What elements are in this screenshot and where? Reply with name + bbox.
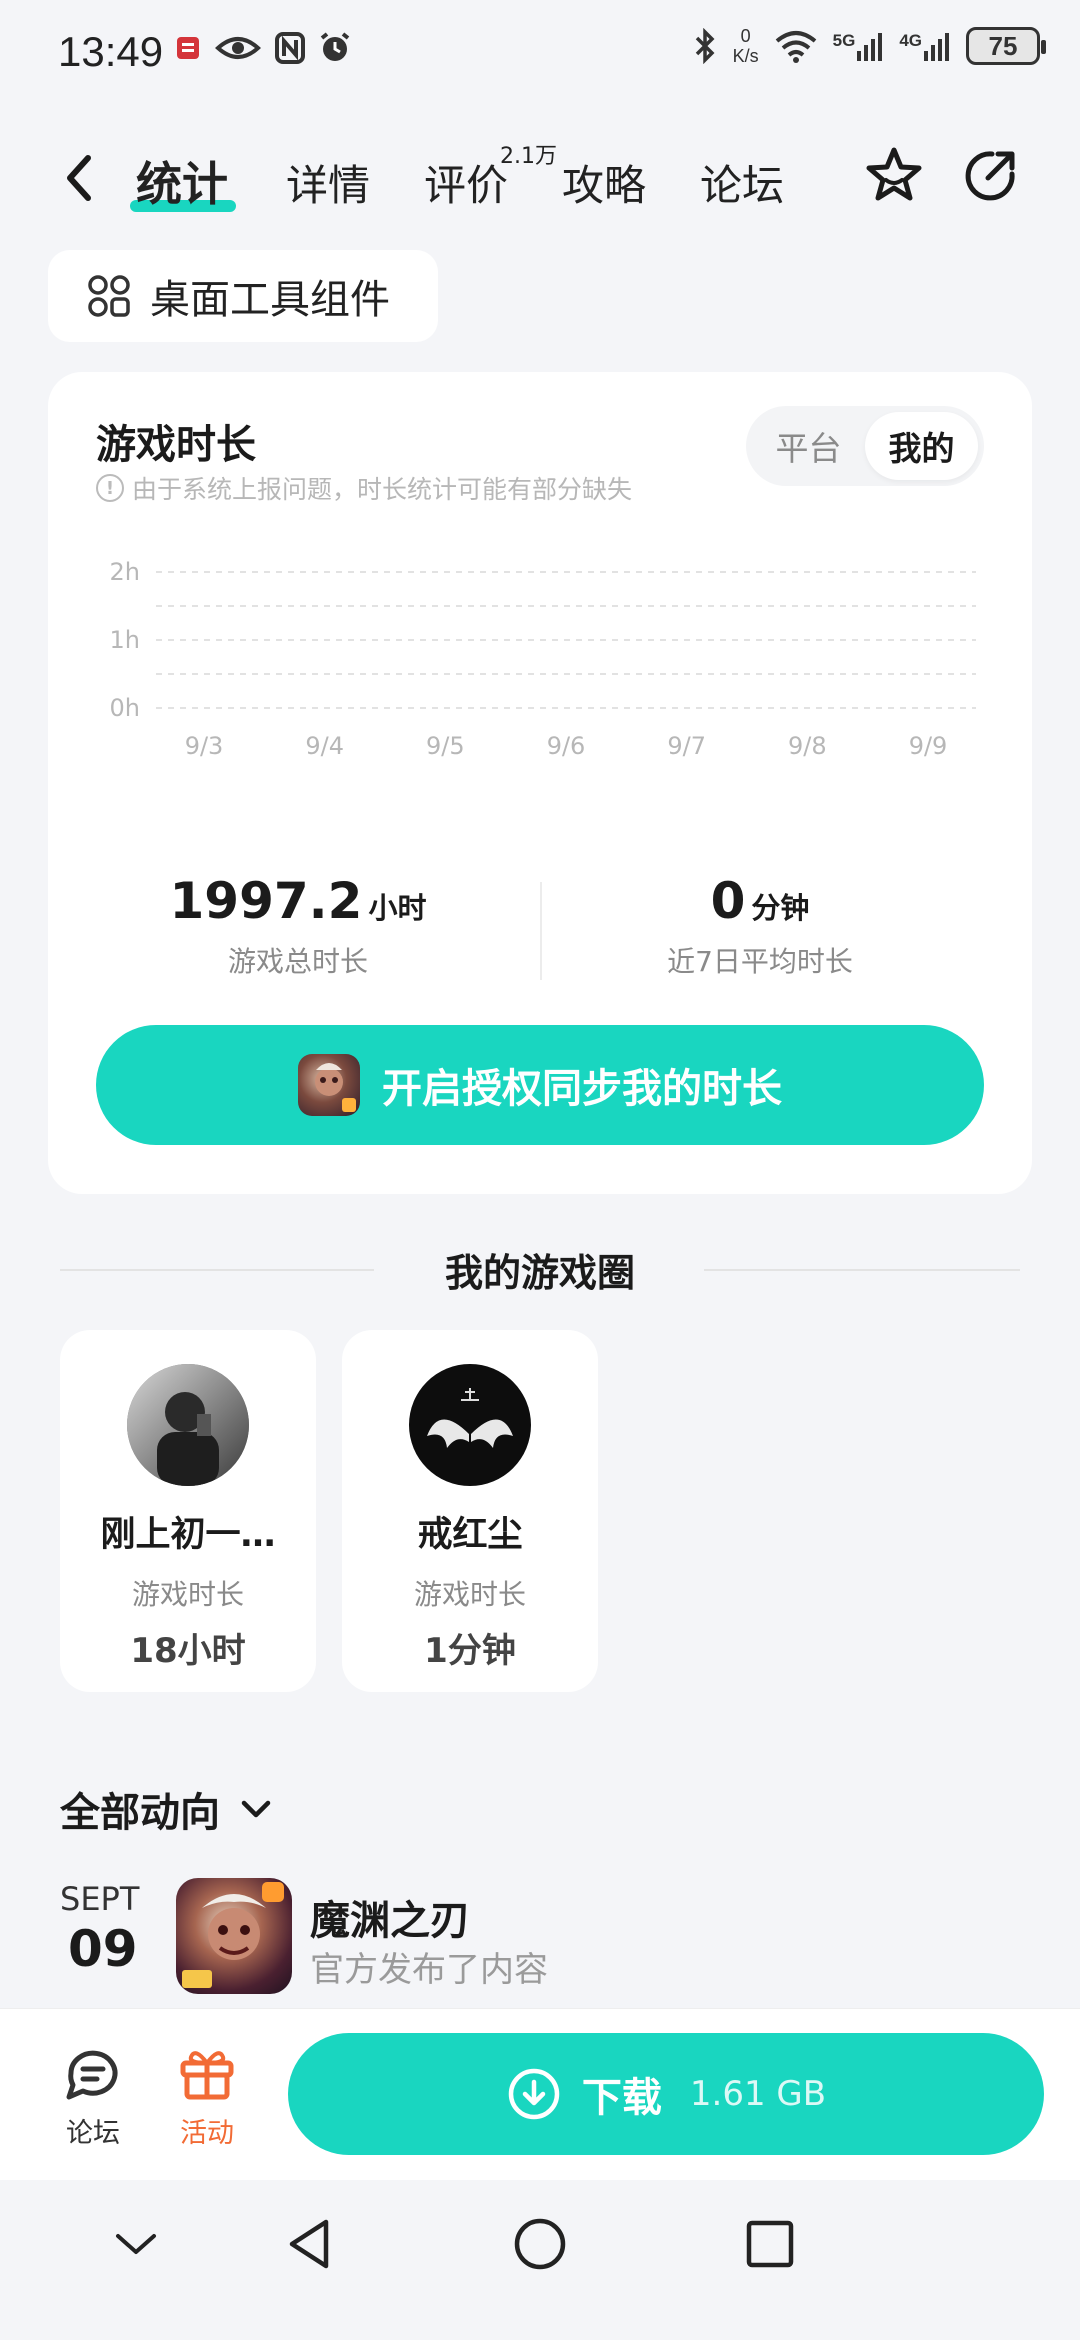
forum-label: 论坛	[66, 2118, 120, 2149]
feed-day: 09	[68, 1920, 138, 1978]
feed-game-title[interactable]: 魔渊之刃	[310, 1888, 470, 1946]
chart-x-tick-label: 9/5	[426, 732, 465, 760]
wifi-icon	[775, 31, 816, 63]
friend-playtime-value: 1分钟	[424, 1631, 516, 1671]
nfc-icon	[275, 32, 305, 64]
event-button[interactable]: 活动	[162, 2045, 252, 2150]
total-playtime-label: 游戏总时长	[227, 945, 368, 978]
activity-filter-dropdown[interactable]: 全部动向	[60, 1780, 276, 1838]
total-playtime-unit: 小时	[368, 891, 427, 925]
total-playtime-value: 1997.2	[169, 872, 363, 930]
tab-stats[interactable]: 统计	[136, 148, 228, 214]
playtime-hint: ! 由于系统上报问题，时长统计可能有部分缺失	[96, 470, 632, 506]
chart-x-tick-label: 9/6	[547, 732, 586, 760]
info-icon: !	[96, 474, 124, 502]
playtime-hint-text: 由于系统上报问题，时长统计可能有部分缺失	[132, 475, 633, 504]
forum-chat-icon	[66, 2050, 118, 2100]
weekly-avg-unit: 分钟	[751, 891, 810, 925]
bluetooth-icon	[695, 28, 715, 64]
chart-y-tick-label: 2h	[110, 558, 140, 586]
section-divider-right	[704, 1269, 1020, 1271]
battery-indicator: 75	[966, 27, 1046, 65]
favorite-star-icon[interactable]	[862, 144, 926, 208]
total-playtime-stat: 1997.2 小时 游戏总时长	[68, 872, 528, 980]
chevron-down-icon[interactable]	[110, 2224, 162, 2264]
back-arrow-icon[interactable]	[58, 148, 100, 208]
playtime-title: 游戏时长	[96, 422, 256, 468]
tab-forum[interactable]: 论坛	[700, 152, 784, 213]
signal-bars-icon	[924, 33, 949, 61]
status-time: 13:49	[58, 28, 164, 75]
net-speed: 0 K/s	[733, 26, 759, 66]
home-circle-icon[interactable]	[512, 2216, 568, 2272]
app-notification-icon	[177, 37, 199, 59]
back-triangle-icon[interactable]	[282, 2216, 338, 2272]
reviews-count-badge: 2.1万	[500, 144, 557, 169]
friend-card[interactable]: 刚上初一… 游戏时长 18小时	[60, 1330, 316, 1692]
signal-4g-label: 4G	[899, 31, 922, 50]
sync-playtime-label: 开启授权同步我的时长	[382, 1066, 782, 1112]
friend-name: 刚上初一…	[100, 1515, 276, 1555]
forum-button[interactable]: 论坛	[48, 2045, 138, 2150]
friend-avatar	[409, 1364, 531, 1486]
download-icon	[508, 2068, 560, 2120]
game-app-icon	[298, 1054, 360, 1116]
signal-bars-icon	[857, 33, 883, 61]
desktop-widget-label: 桌面工具组件	[150, 277, 390, 323]
top-nav: 统计 详情 评价 2.1万 攻略 论坛	[0, 130, 1080, 230]
tab-guides[interactable]: 攻略	[562, 152, 646, 213]
tab-details[interactable]: 详情	[286, 152, 370, 213]
activity-filter-label: 全部动向	[60, 1790, 220, 1836]
signal-4g: 4G	[899, 31, 950, 61]
widgets-icon	[88, 275, 130, 317]
scope-segmented-control: 平台 我的	[746, 406, 984, 486]
chart-x-tick-label: 9/9	[909, 732, 948, 760]
weekly-avg-stat: 0 分钟 近7日平均时长	[530, 872, 990, 980]
signal-5g-label: 5G	[832, 31, 856, 50]
status-left-icons	[175, 32, 351, 64]
status-right-icons: 0 K/s 5G 4G 75	[693, 26, 1046, 66]
segment-mine[interactable]: 我的	[865, 412, 978, 480]
friend-avatar	[127, 1364, 249, 1486]
chevron-down-icon	[241, 1800, 271, 1818]
gift-icon	[180, 2051, 234, 2100]
chart-y-tick-label: 0h	[110, 694, 140, 722]
net-speed-value: 0	[740, 26, 751, 46]
segment-platform[interactable]: 平台	[752, 412, 865, 480]
friend-name: 戒红尘	[417, 1515, 523, 1555]
alarm-icon	[320, 32, 350, 61]
playtime-card: 游戏时长 ! 由于系统上报问题，时长统计可能有部分缺失 平台 我的 2h 1h 0h…	[48, 372, 1032, 1194]
net-speed-unit: K/s	[732, 46, 759, 66]
chart-x-tick-label: 9/8	[788, 732, 827, 760]
chart-y-tick-label: 1h	[110, 626, 140, 654]
friend-playtime-label: 游戏时长	[413, 1578, 526, 1611]
bottom-action-bar: 论坛 活动 下载 1.61 GB	[0, 2008, 1080, 2180]
friend-playtime-value: 18小时	[130, 1631, 246, 1671]
friend-playtime-label: 游戏时长	[131, 1578, 244, 1611]
eye-icon	[215, 37, 261, 59]
feed-subtitle: 官方发布了内容	[310, 1950, 548, 1990]
sync-playtime-button[interactable]: 开启授权同步我的时长	[96, 1025, 984, 1145]
recents-square-icon[interactable]	[742, 2216, 798, 2272]
event-label: 活动	[180, 2118, 234, 2149]
weekly-avg-label: 近7日平均时长	[667, 945, 853, 978]
download-label: 下载	[581, 2075, 662, 2121]
share-icon[interactable]	[958, 144, 1022, 208]
desktop-widget-button[interactable]: 桌面工具组件	[48, 250, 438, 342]
chart-x-tick-label: 9/4	[305, 732, 344, 760]
game-feed-icon[interactable]	[176, 1878, 292, 1994]
system-navigation-bar	[0, 2180, 1080, 2340]
download-size: 1.61 GB	[689, 2074, 827, 2114]
tab-reviews[interactable]: 评价	[424, 152, 508, 213]
download-button[interactable]: 下载 1.61 GB	[288, 2033, 1044, 2155]
weekly-avg-value: 0	[710, 872, 746, 930]
feed-month: SEPT	[60, 1880, 140, 1918]
playtime-chart: 2h 1h 0h 9/3 9/4 9/5 9/6 9/7 9/8 9/9	[110, 558, 976, 760]
friend-card[interactable]: 戒红尘 游戏时长 1分钟	[342, 1330, 598, 1692]
signal-5g: 5G	[833, 31, 884, 61]
chart-x-tick-label: 9/3	[185, 732, 224, 760]
chart-x-tick-label: 9/7	[667, 732, 706, 760]
